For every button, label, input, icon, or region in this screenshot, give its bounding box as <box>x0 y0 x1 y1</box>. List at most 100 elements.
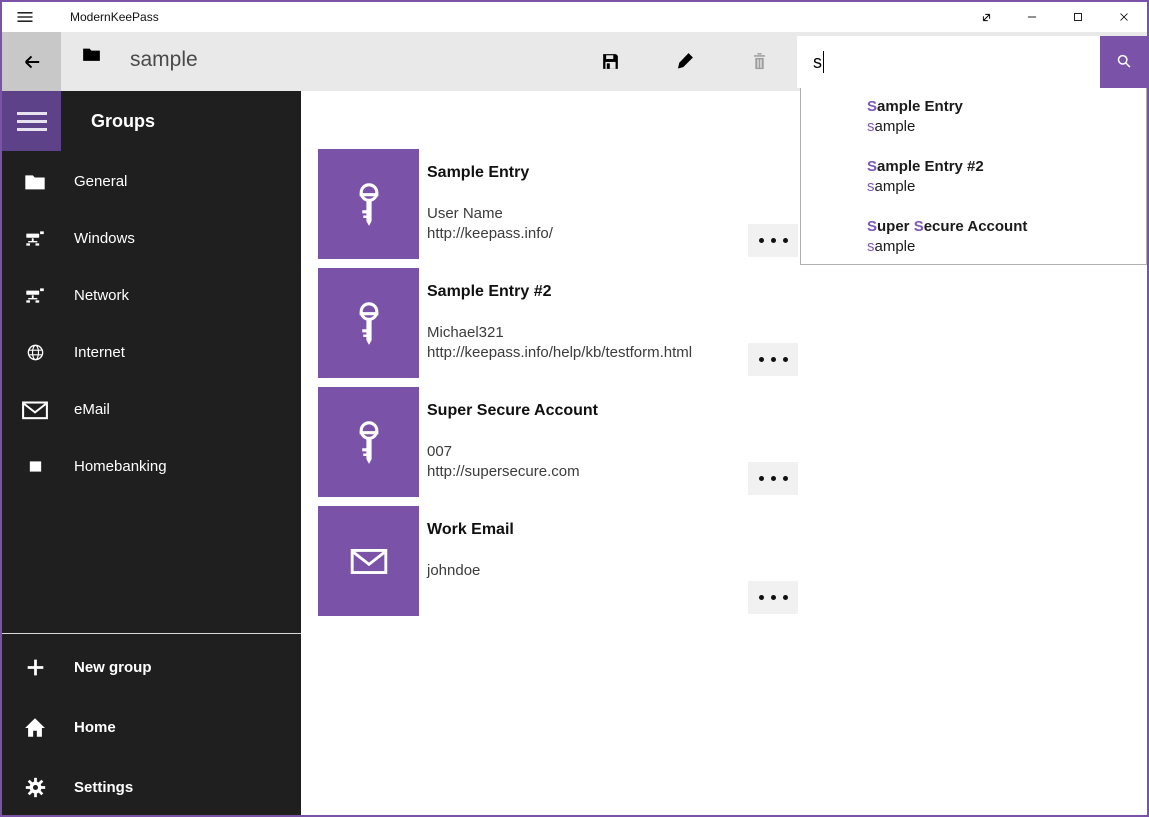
group-label: Internet <box>74 344 125 361</box>
groups-header: Groups <box>91 91 155 151</box>
suggestion-title: Sample Entry <box>867 97 963 117</box>
minimize-button[interactable] <box>1009 2 1055 32</box>
sidebar-footer-item[interactable]: Home <box>2 697 301 757</box>
footer-label: New group <box>74 659 152 676</box>
folder-icon <box>82 46 101 62</box>
pencil-icon <box>674 50 696 72</box>
envelope-icon <box>345 537 393 585</box>
gear-icon <box>18 776 52 799</box>
entry-row: Sample Entry #2 Michael321 http://keepas… <box>318 268 798 378</box>
delete-button[interactable] <box>735 37 783 85</box>
sidebar-divider <box>2 633 301 634</box>
envelope-icon <box>18 386 52 434</box>
group-label: Network <box>74 287 129 304</box>
footer-label: Home <box>74 719 116 736</box>
entry-username: johndoe <box>427 561 480 581</box>
entry-more-button[interactable] <box>748 224 798 257</box>
text-caret <box>823 51 824 73</box>
group-label: Windows <box>74 230 135 247</box>
back-arrow-icon <box>20 50 44 74</box>
key-icon <box>343 297 395 349</box>
title-bar: ModernKeePass <box>2 2 1147 32</box>
window-title: ModernKeePass <box>70 2 159 32</box>
group-label: Homebanking <box>74 458 167 475</box>
entry-title: Super Secure Account <box>427 402 598 420</box>
key-icon <box>343 416 395 468</box>
network-pc-icon <box>18 228 52 249</box>
group-label: eMail <box>74 401 110 418</box>
entry-more-button[interactable] <box>748 462 798 495</box>
sidebar-group-item[interactable]: Network <box>2 267 301 324</box>
sidebar-footer-item[interactable]: Settings <box>2 757 301 817</box>
group-label: General <box>74 173 127 190</box>
close-icon <box>1117 10 1131 24</box>
entry-username: User Name <box>427 204 503 224</box>
suggestion-item[interactable]: Super Secure Account sample <box>867 217 1027 273</box>
search-input-value: s <box>813 52 822 73</box>
ellipsis-icon <box>759 357 764 362</box>
fullscreen-icon <box>979 10 994 25</box>
sidebar-group-item[interactable]: Homebanking <box>2 438 301 495</box>
entry-username: 007 <box>427 442 452 462</box>
back-button[interactable] <box>2 32 61 91</box>
suggestion-title: Super Secure Account <box>867 217 1027 237</box>
entry-tile[interactable] <box>318 506 419 616</box>
maximize-icon <box>1071 10 1085 24</box>
sidebar-group-item[interactable]: Windows <box>2 210 301 267</box>
suggestion-subtitle: sample <box>867 117 963 137</box>
globe-icon <box>18 341 52 364</box>
entry-url: http://keepass.info/help/kb/testform.htm… <box>427 343 692 363</box>
edit-button[interactable] <box>661 37 709 85</box>
entry-row: Work Email johndoe <box>318 506 798 616</box>
sidebar-hamburger-button[interactable] <box>2 91 61 151</box>
entry-tile[interactable] <box>318 387 419 497</box>
entry-more-button[interactable] <box>748 343 798 376</box>
search-suggestions: Sample Entry sample Sample Entry #2 samp… <box>800 88 1147 265</box>
ellipsis-icon <box>759 595 764 600</box>
save-button[interactable] <box>586 37 634 85</box>
trash-icon <box>749 50 770 73</box>
save-icon <box>599 50 622 73</box>
app-window: ModernKeePass <box>0 0 1149 817</box>
minimize-icon <box>1025 10 1039 24</box>
entry-tile[interactable] <box>318 268 419 378</box>
ellipsis-icon <box>759 476 764 481</box>
search-input[interactable]: s <box>797 36 1100 88</box>
entry-url: http://supersecure.com <box>427 462 580 482</box>
key-icon <box>343 178 395 230</box>
current-group-title: sample <box>130 32 198 91</box>
sidebar-footer-item[interactable]: New group <box>2 637 301 697</box>
suggestion-subtitle: sample <box>867 177 984 197</box>
suggestion-item[interactable]: Sample Entry sample <box>867 97 963 153</box>
sidebar: Groups General Windows Network <box>2 91 301 815</box>
sidebar-group-item[interactable]: Internet <box>2 324 301 381</box>
suggestion-item[interactable]: Sample Entry #2 sample <box>867 157 984 213</box>
sidebar-group-item[interactable]: General <box>2 153 301 210</box>
entry-more-button[interactable] <box>748 581 798 614</box>
search-button[interactable] <box>1100 36 1147 88</box>
fullscreen-button[interactable] <box>963 2 1009 32</box>
entry-username: Michael321 <box>427 323 504 343</box>
home-icon <box>18 716 52 739</box>
entry-title: Work Email <box>427 521 514 539</box>
entry-row: Sample Entry User Name http://keepass.in… <box>318 149 798 259</box>
sidebar-group-item[interactable]: eMail <box>2 381 301 438</box>
hamburger-icon <box>17 112 47 115</box>
network-pc-icon <box>18 285 52 306</box>
hamburger-icon <box>15 7 35 27</box>
folder-icon <box>18 172 52 191</box>
window-controls <box>963 2 1147 32</box>
close-button[interactable] <box>1101 2 1147 32</box>
entry-title: Sample Entry <box>427 164 529 182</box>
suggestion-title: Sample Entry #2 <box>867 157 984 177</box>
plus-icon <box>18 656 52 679</box>
suggestion-subtitle: sample <box>867 237 1027 257</box>
maximize-button[interactable] <box>1055 2 1101 32</box>
entry-row: Super Secure Account 007 http://supersec… <box>318 387 798 497</box>
entry-tile[interactable] <box>318 149 419 259</box>
entry-url: http://keepass.info/ <box>427 224 553 244</box>
footer-label: Settings <box>74 779 133 796</box>
square-icon <box>18 458 52 475</box>
search-icon <box>1113 51 1135 73</box>
titlebar-hamburger-button[interactable] <box>13 6 37 28</box>
